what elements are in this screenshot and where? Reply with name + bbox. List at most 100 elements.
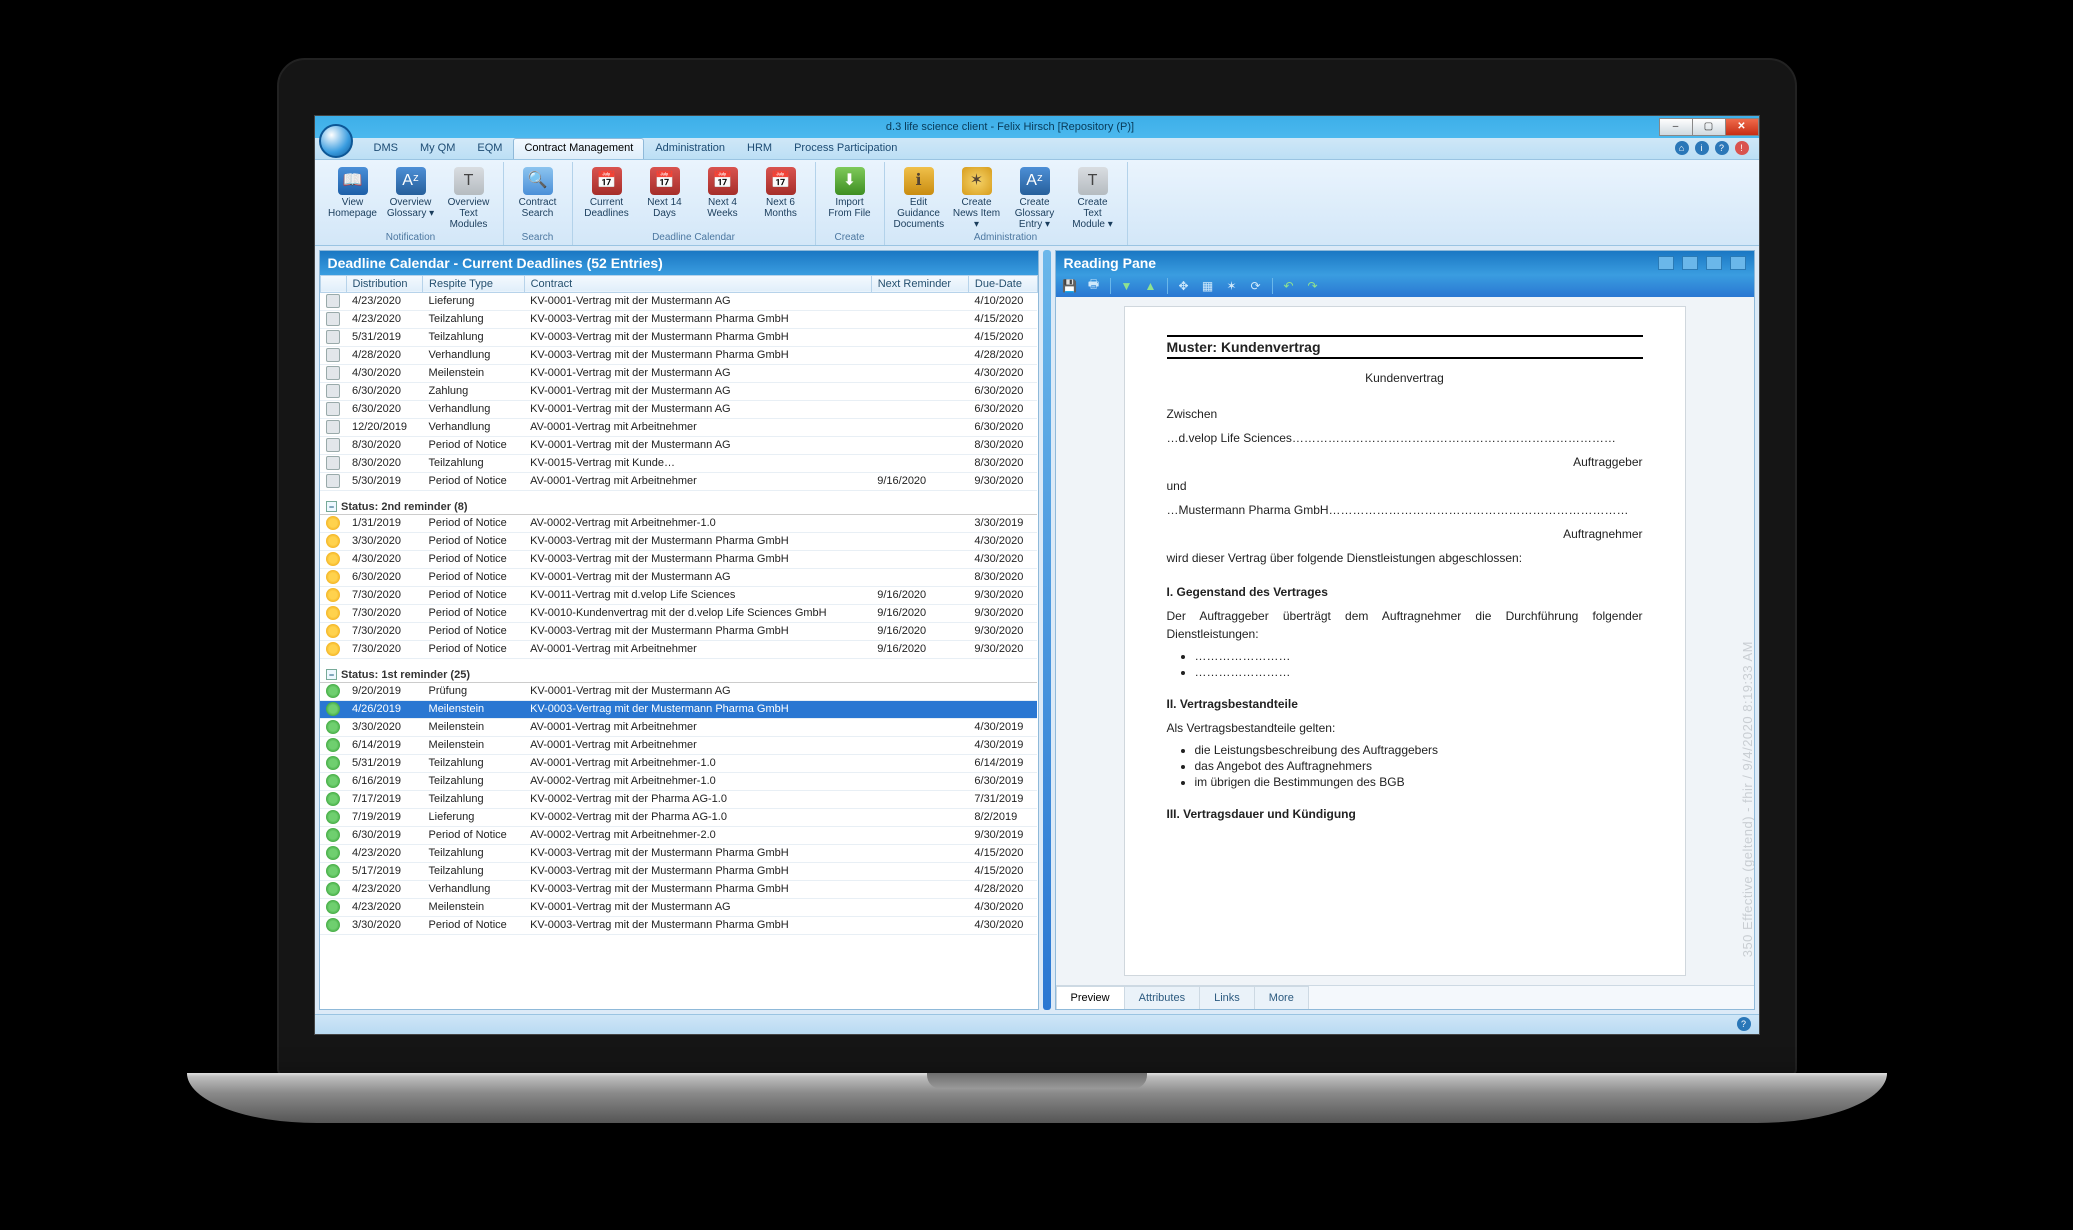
ribbon-tab[interactable]: Administration [644, 138, 736, 159]
table-row[interactable]: 3/30/2020MeilensteinAV-0001-Vertrag mit … [320, 718, 1037, 736]
ribbon-tab[interactable]: Process Participation [783, 138, 908, 159]
table-row[interactable]: 3/30/2020Period of NoticeKV-0003-Vertrag… [320, 916, 1037, 934]
minimize-button[interactable]: – [1659, 118, 1693, 136]
table-row[interactable]: 4/23/2020MeilensteinKV-0001-Vertrag mit … [320, 898, 1037, 916]
arrow-up-icon[interactable]: ▲ [1143, 278, 1159, 294]
pane-close-icon[interactable] [1730, 256, 1746, 270]
ribbon-button[interactable]: ⬇Import From File [822, 164, 878, 220]
table-row[interactable]: 7/30/2020Period of NoticeKV-0010-Kundenv… [320, 604, 1037, 622]
table-row[interactable]: 4/23/2020TeilzahlungKV-0003-Vertrag mit … [320, 310, 1037, 328]
table-row[interactable]: 6/30/2019Period of NoticeAV-0002-Vertrag… [320, 826, 1037, 844]
vertical-splitter[interactable] [1043, 250, 1051, 1010]
app-orb-icon[interactable] [319, 124, 353, 158]
maximize-button[interactable]: ▢ [1692, 118, 1726, 136]
close-button[interactable]: ✕ [1725, 118, 1759, 136]
table-row[interactable]: 5/31/2019TeilzahlungKV-0003-Vertrag mit … [320, 328, 1037, 346]
grid-column-header[interactable]: Next Reminder [871, 275, 968, 292]
pane-layout-icon-1[interactable] [1658, 256, 1674, 270]
table-row[interactable]: 7/30/2020Period of NoticeKV-0003-Vertrag… [320, 622, 1037, 640]
info-icon[interactable]: i [1695, 141, 1709, 155]
home-icon[interactable]: ⌂ [1675, 141, 1689, 155]
ribbon-button[interactable]: ℹEdit Guidance Documents [891, 164, 947, 231]
ribbon-tab[interactable]: HRM [736, 138, 783, 159]
reading-pane-tab[interactable]: Preview [1056, 986, 1125, 1009]
grid-column-header[interactable]: Due-Date [968, 275, 1037, 292]
status-help-icon[interactable]: ? [1737, 1017, 1751, 1031]
table-row[interactable]: 6/30/2020Period of NoticeKV-0001-Vertrag… [320, 568, 1037, 586]
table-row[interactable]: 1/31/2019Period of NoticeAV-0002-Vertrag… [320, 514, 1037, 532]
undo-icon[interactable]: ↶ [1281, 278, 1297, 294]
print-icon[interactable]: 🖶 [1086, 278, 1102, 294]
ribbon-button[interactable]: 📅Next 6 Months [753, 164, 809, 220]
ribbon-button[interactable]: 📖View Homepage [325, 164, 381, 231]
table-row[interactable]: 4/23/2020TeilzahlungKV-0003-Vertrag mit … [320, 844, 1037, 862]
table-row[interactable]: 9/20/2019PrüfungKV-0001-Vertrag mit der … [320, 682, 1037, 700]
zoom-icon[interactable]: ✶ [1224, 278, 1240, 294]
ribbon-button[interactable]: 🔍Contract Search [510, 164, 566, 220]
table-cell [871, 346, 968, 364]
collapse-toggle-icon[interactable]: − [326, 669, 337, 680]
table-cell: 9/30/2020 [968, 604, 1037, 622]
table-row[interactable]: 7/17/2019TeilzahlungKV-0002-Vertrag mit … [320, 790, 1037, 808]
help-icon[interactable]: ? [1715, 141, 1729, 155]
ribbon-tab[interactable]: EQM [466, 138, 513, 159]
ribbon-button[interactable]: TCreate Text Module ▾ [1065, 164, 1121, 231]
reading-pane-tab[interactable]: Links [1199, 986, 1255, 1009]
table-cell: 4/28/2020 [346, 346, 423, 364]
table-row[interactable]: 6/14/2019MeilensteinAV-0001-Vertrag mit … [320, 736, 1037, 754]
grid-column-header[interactable]: Distribution [346, 275, 423, 292]
table-group-header[interactable]: −Status: 2nd reminder (8) [320, 490, 1037, 514]
table-row[interactable]: 7/30/2020Period of NoticeAV-0001-Vertrag… [320, 640, 1037, 658]
pane-layout-icon-2[interactable] [1682, 256, 1698, 270]
ribbon-group-label: Search [510, 231, 566, 245]
reading-pane-tab[interactable]: Attributes [1124, 986, 1200, 1009]
table-row[interactable]: 4/23/2020VerhandlungKV-0003-Vertrag mit … [320, 880, 1037, 898]
ribbon-group: 📅Current Deadlines📅Next 14 Days📅Next 4 W… [573, 162, 816, 245]
table-row[interactable]: 4/23/2020LieferungKV-0001-Vertrag mit de… [320, 292, 1037, 310]
ribbon-button[interactable]: AᶻOverview Glossary ▾ [383, 164, 439, 231]
ribbon-button[interactable]: AᶻCreate Glossary Entry ▾ [1007, 164, 1063, 231]
fit-icon[interactable]: ✥ [1176, 278, 1192, 294]
table-row[interactable]: 4/30/2020MeilensteinKV-0001-Vertrag mit … [320, 364, 1037, 382]
ribbon-tab[interactable]: Contract Management [513, 138, 644, 159]
reading-pane-tab[interactable]: More [1254, 986, 1309, 1009]
table-cell: 9/30/2020 [968, 472, 1037, 490]
table-cell [320, 514, 346, 532]
grid-column-header[interactable]: Respite Type [423, 275, 525, 292]
table-row[interactable]: 4/30/2020Period of NoticeKV-0003-Vertrag… [320, 550, 1037, 568]
table-row[interactable]: 8/30/2020TeilzahlungKV-0015-Vertrag mit … [320, 454, 1037, 472]
table-row[interactable]: 7/30/2020Period of NoticeKV-0011-Vertrag… [320, 586, 1037, 604]
table-row[interactable]: 5/30/2019Period of NoticeAV-0001-Vertrag… [320, 472, 1037, 490]
table-row[interactable]: 5/31/2019TeilzahlungAV-0001-Vertrag mit … [320, 754, 1037, 772]
table-row[interactable]: 4/26/2019MeilensteinKV-0003-Vertrag mit … [320, 700, 1037, 718]
grid-column-header[interactable]: Contract [524, 275, 871, 292]
table-group-header[interactable]: −Status: 1st reminder (25) [320, 658, 1037, 682]
collapse-toggle-icon[interactable]: − [326, 501, 337, 512]
table-row[interactable]: 6/16/2019TeilzahlungAV-0002-Vertrag mit … [320, 772, 1037, 790]
table-row[interactable]: 4/28/2020VerhandlungKV-0003-Vertrag mit … [320, 346, 1037, 364]
table-row[interactable]: 5/17/2019TeilzahlungKV-0003-Vertrag mit … [320, 862, 1037, 880]
redo-icon[interactable]: ↷ [1305, 278, 1321, 294]
table-row[interactable]: 6/30/2020VerhandlungKV-0001-Vertrag mit … [320, 400, 1037, 418]
document-scroll[interactable]: 350 Effective (geltend) - fhir / 9/4/202… [1056, 297, 1754, 985]
page-icon[interactable]: ▦ [1200, 278, 1216, 294]
ribbon-button[interactable]: ✶Create News Item ▾ [949, 164, 1005, 231]
rotate-icon[interactable]: ⟳ [1248, 278, 1264, 294]
ribbon-button[interactable]: 📅Current Deadlines [579, 164, 635, 220]
table-row[interactable]: 8/30/2020Period of NoticeKV-0001-Vertrag… [320, 436, 1037, 454]
table-row[interactable]: 12/20/2019VerhandlungAV-0001-Vertrag mit… [320, 418, 1037, 436]
ribbon-tab[interactable]: DMS [363, 138, 409, 159]
pane-layout-icon-3[interactable] [1706, 256, 1722, 270]
arrow-down-icon[interactable]: ▼ [1119, 278, 1135, 294]
ribbon-button[interactable]: 📅Next 4 Weeks [695, 164, 751, 220]
table-row[interactable]: 6/30/2020ZahlungKV-0001-Vertrag mit der … [320, 382, 1037, 400]
ribbon-button[interactable]: TOverview Text Modules [441, 164, 497, 231]
alert-icon[interactable]: ! [1735, 141, 1749, 155]
table-row[interactable]: 7/19/2019LieferungKV-0002-Vertrag mit de… [320, 808, 1037, 826]
ribbon-button[interactable]: 📅Next 14 Days [637, 164, 693, 220]
grid-column-header[interactable] [320, 275, 346, 292]
deadline-grid-scroll[interactable]: DistributionRespite TypeContractNext Rem… [320, 275, 1038, 1009]
table-row[interactable]: 3/30/2020Period of NoticeKV-0003-Vertrag… [320, 532, 1037, 550]
save-icon[interactable]: 💾 [1062, 278, 1078, 294]
ribbon-tab[interactable]: My QM [409, 138, 466, 159]
